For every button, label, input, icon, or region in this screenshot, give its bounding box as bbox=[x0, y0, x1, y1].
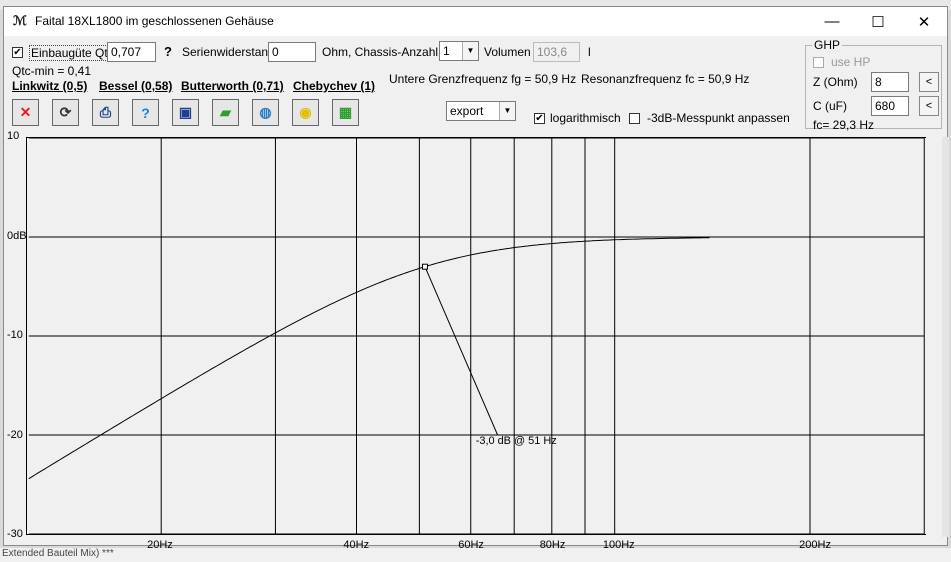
maximize-button[interactable]: ☐ bbox=[855, 7, 901, 36]
chevron-down-icon: ▼ bbox=[462, 42, 478, 60]
x-tick-label: 200Hz bbox=[799, 539, 831, 551]
x-tick-label: 100Hz bbox=[602, 539, 635, 551]
lightbulb-button[interactable]: ◉ bbox=[292, 99, 319, 126]
ghp-groupbox: GHP use HP Z (Ohm) 8 < C (uF) 680 < fc= … bbox=[805, 38, 942, 132]
qtc-label: Einbaugüte Qtc bbox=[29, 45, 116, 61]
y-tick-label: 10 bbox=[7, 130, 20, 142]
help-button[interactable]: ? bbox=[164, 44, 172, 59]
app-icon: ℳ bbox=[13, 13, 27, 28]
preset-butterworth-link[interactable]: Butterworth (0,71) bbox=[181, 79, 284, 93]
globe-button[interactable]: ◍ bbox=[252, 99, 279, 126]
c-uf-label: C (uF) bbox=[813, 99, 847, 113]
qtc-min-text: Qtc-min = 0,41 bbox=[12, 64, 92, 78]
y-tick-label: -10 bbox=[7, 329, 23, 341]
z-ohm-input[interactable]: 8 bbox=[871, 72, 909, 92]
x-tick-label: 20Hz bbox=[147, 539, 173, 551]
calculator-icon: ▦ bbox=[338, 104, 353, 120]
window-title: Faital 18XL1800 im geschlossenen Gehäuse bbox=[35, 14, 274, 28]
help-icon: ? bbox=[141, 104, 150, 121]
refresh-button[interactable]: ⟳ bbox=[52, 99, 79, 126]
preset-chebychev-link[interactable]: Chebychev (1) bbox=[293, 79, 375, 93]
ghp-fc-text: fc= 29,3 Hz bbox=[813, 118, 875, 132]
y-tick-label: -30 bbox=[7, 528, 23, 540]
volumen-label: Volumen bbox=[484, 45, 531, 59]
save-icon: ▣ bbox=[178, 104, 193, 120]
c-uf-input[interactable]: 680 bbox=[871, 96, 909, 116]
background-text: Extended Bauteil Mix) *** bbox=[2, 548, 114, 559]
close-red-button[interactable]: ✕ bbox=[12, 99, 39, 126]
x-tick-label: 40Hz bbox=[343, 539, 370, 551]
ghp-title: GHP bbox=[812, 38, 843, 52]
open-folder-icon: ▰ bbox=[220, 104, 231, 120]
serienwiderstand-input[interactable]: 0 bbox=[268, 42, 316, 62]
y-tick-label: -20 bbox=[7, 428, 23, 441]
z-ohm-arrow-button[interactable]: < bbox=[919, 72, 939, 92]
help-button[interactable]: ? bbox=[132, 99, 159, 126]
preset-bessel-link[interactable]: Bessel (0,58) bbox=[99, 79, 172, 93]
export-select-value: export bbox=[450, 104, 484, 118]
export-select[interactable]: export ▼ bbox=[446, 101, 516, 121]
close-window-button[interactable]: ✕ bbox=[901, 7, 947, 36]
messpunkt-checkbox[interactable] bbox=[629, 113, 640, 124]
print-button[interactable]: ⎙ bbox=[92, 99, 119, 126]
logarithmisch-checkbox[interactable]: ✔ bbox=[534, 113, 545, 124]
save-button[interactable]: ▣ bbox=[172, 99, 199, 126]
logarithmisch-label: logarithmisch bbox=[550, 111, 621, 125]
lightbulb-icon: ◉ bbox=[299, 104, 312, 120]
volumen-input[interactable]: 103,6 bbox=[533, 42, 580, 62]
title-bar: ℳ Faital 18XL1800 im geschlossenen Gehäu… bbox=[4, 7, 947, 36]
y-tick-label: 0dB bbox=[7, 229, 27, 242]
chassis-count-select[interactable]: 1 ▼ bbox=[439, 41, 479, 61]
refresh-icon: ⟳ bbox=[59, 104, 72, 120]
qtc-checkbox[interactable]: ✔ bbox=[12, 47, 23, 58]
open-folder-button[interactable]: ▰ bbox=[212, 99, 239, 126]
resonanzfrequenz-text: Resonanzfrequenz fc = 50,9 Hz bbox=[581, 72, 750, 86]
response-curve bbox=[28, 237, 710, 480]
messpunkt-label: -3dB-Messpunkt anpassen bbox=[647, 111, 790, 125]
use-hp-label: use HP bbox=[831, 55, 871, 69]
chevron-down-icon: ▼ bbox=[499, 102, 515, 120]
globe-icon: ◍ bbox=[259, 104, 272, 120]
frequency-response-chart: -3,0 dB @ 51 Hz bbox=[26, 137, 926, 535]
z-ohm-label: Z (Ohm) bbox=[813, 75, 858, 89]
calculator-button[interactable]: ▦ bbox=[332, 99, 359, 126]
serienwiderstand-label: Serienwiderstand bbox=[182, 45, 275, 59]
app-window: ℳ Faital 18XL1800 im geschlossenen Gehäu… bbox=[3, 6, 949, 551]
grenzfrequenz-text: Untere Grenzfrequenz fg = 50,9 Hz bbox=[389, 72, 577, 86]
print-icon: ⎙ bbox=[99, 104, 112, 120]
preset-linkwitz-link[interactable]: Linkwitz (0,5) bbox=[12, 79, 87, 93]
chart-right-edge bbox=[942, 137, 949, 537]
marker-leader-line bbox=[424, 266, 499, 436]
chassis-count-value: 1 bbox=[443, 44, 450, 58]
c-uf-arrow-button[interactable]: < bbox=[919, 96, 939, 116]
x-tick-label: 60Hz bbox=[458, 539, 484, 551]
use-hp-checkbox[interactable] bbox=[813, 57, 824, 68]
minimize-button[interactable]: — bbox=[809, 7, 855, 36]
volumen-unit: l bbox=[588, 45, 591, 59]
close-red-icon: ✕ bbox=[19, 104, 32, 120]
x-tick-label: 80Hz bbox=[539, 539, 566, 551]
marker-point bbox=[421, 263, 428, 270]
qtc-input[interactable]: 0,707 bbox=[107, 42, 156, 62]
marker-label: -3,0 dB @ 51 Hz bbox=[476, 435, 557, 447]
ohm-chassis-label: Ohm, Chassis-Anzahl bbox=[322, 45, 439, 59]
